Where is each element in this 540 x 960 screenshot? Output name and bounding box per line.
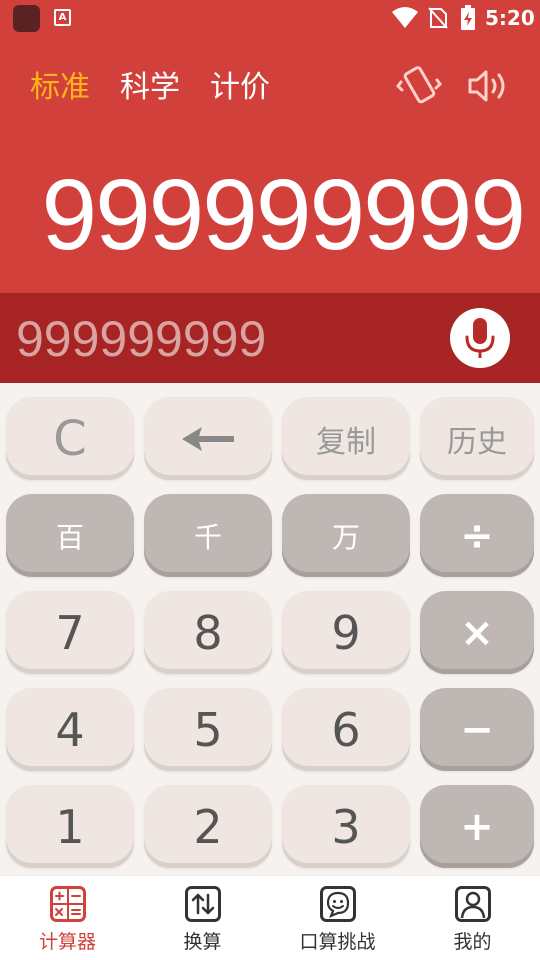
mode-tabs: 标准 科学 计价 [0, 62, 540, 106]
multiply-button[interactable]: × [420, 591, 534, 674]
tab-standard[interactable]: 标准 [30, 62, 90, 106]
ten-thousand-label: 万 [331, 520, 360, 554]
header: A 5:20 标准 科学 计价 999999999 [0, 0, 540, 293]
microphone-icon [465, 318, 495, 358]
copy-label: 复制 [316, 424, 376, 460]
nav-challenge[interactable]: 口算挑战 [270, 876, 405, 960]
digit-4-label: 4 [55, 702, 85, 757]
keypad: C 复制 历史 百 千 万 ÷ 7 8 9 × 4 5 6 − 1 2 3 + [0, 383, 540, 875]
digit-2-button[interactable]: 2 [144, 785, 272, 868]
digit-9-label: 9 [331, 605, 361, 660]
digit-6-button[interactable]: 6 [282, 688, 410, 771]
divide-label: ÷ [460, 512, 494, 559]
hundred-button[interactable]: 百 [6, 494, 134, 577]
copy-button[interactable]: 复制 [282, 397, 410, 480]
backspace-button[interactable] [144, 397, 272, 480]
wifi-icon [392, 7, 418, 28]
digit-4-button[interactable]: 4 [6, 688, 134, 771]
digit-3-button[interactable]: 3 [282, 785, 410, 868]
multiply-label: × [460, 609, 494, 656]
a-icon: A [54, 9, 71, 26]
status-time: 5:20 [485, 6, 535, 30]
tab-pricing[interactable]: 计价 [210, 62, 270, 106]
digit-3-label: 3 [331, 799, 361, 854]
calculator-icon [49, 886, 86, 922]
hundred-label: 百 [55, 520, 84, 554]
convert-icon [184, 886, 221, 922]
digit-9-button[interactable]: 9 [282, 591, 410, 674]
add-button[interactable]: + [420, 785, 534, 868]
digit-5-button[interactable]: 5 [144, 688, 272, 771]
vibrate-icon[interactable] [396, 66, 442, 106]
backspace-arrow-icon [182, 426, 234, 451]
history-label: 历史 [447, 424, 507, 460]
clear-label: C [53, 410, 87, 467]
microphone-button[interactable] [450, 308, 510, 368]
subtract-label: − [460, 706, 494, 753]
secondary-display: 999999999 [16, 311, 267, 367]
nav-profile-label: 我的 [453, 931, 492, 953]
nav-profile[interactable]: 我的 [405, 876, 540, 960]
nav-calculator-label: 计算器 [38, 931, 96, 953]
digit-1-button[interactable]: 1 [6, 785, 134, 868]
digit-5-label: 5 [193, 702, 223, 757]
tab-scientific[interactable]: 科学 [120, 62, 180, 106]
history-button[interactable]: 历史 [420, 397, 534, 480]
digit-6-label: 6 [331, 702, 361, 757]
digit-1-label: 1 [55, 799, 85, 854]
digit-8-label: 8 [193, 605, 223, 660]
challenge-icon [319, 886, 356, 922]
nav-convert[interactable]: 换算 [135, 876, 270, 960]
bottom-nav: 计算器 换算 口算挑战 我的 [0, 875, 540, 960]
voice-bar: 999999999 [0, 293, 540, 383]
digit-8-button[interactable]: 8 [144, 591, 272, 674]
digit-2-label: 2 [193, 799, 223, 854]
thousand-button[interactable]: 千 [144, 494, 272, 577]
divide-button[interactable]: ÷ [420, 494, 534, 577]
digit-7-label: 7 [55, 605, 85, 660]
no-sim-icon [428, 7, 448, 29]
battery-charging-icon [461, 5, 475, 30]
nav-challenge-label: 口算挑战 [299, 931, 376, 953]
clear-button[interactable]: C [6, 397, 134, 480]
subtract-button[interactable]: − [420, 688, 534, 771]
profile-icon [454, 886, 491, 922]
app-icon [13, 5, 40, 32]
speaker-icon[interactable] [467, 66, 511, 106]
digit-7-button[interactable]: 7 [6, 591, 134, 674]
add-label: + [460, 803, 494, 850]
ten-thousand-button[interactable]: 万 [282, 494, 410, 577]
main-display: 999999999 [41, 159, 526, 271]
nav-calculator[interactable]: 计算器 [0, 876, 135, 960]
status-bar: A 5:20 [0, 0, 540, 36]
nav-convert-label: 换算 [183, 931, 222, 953]
thousand-label: 千 [193, 520, 222, 554]
